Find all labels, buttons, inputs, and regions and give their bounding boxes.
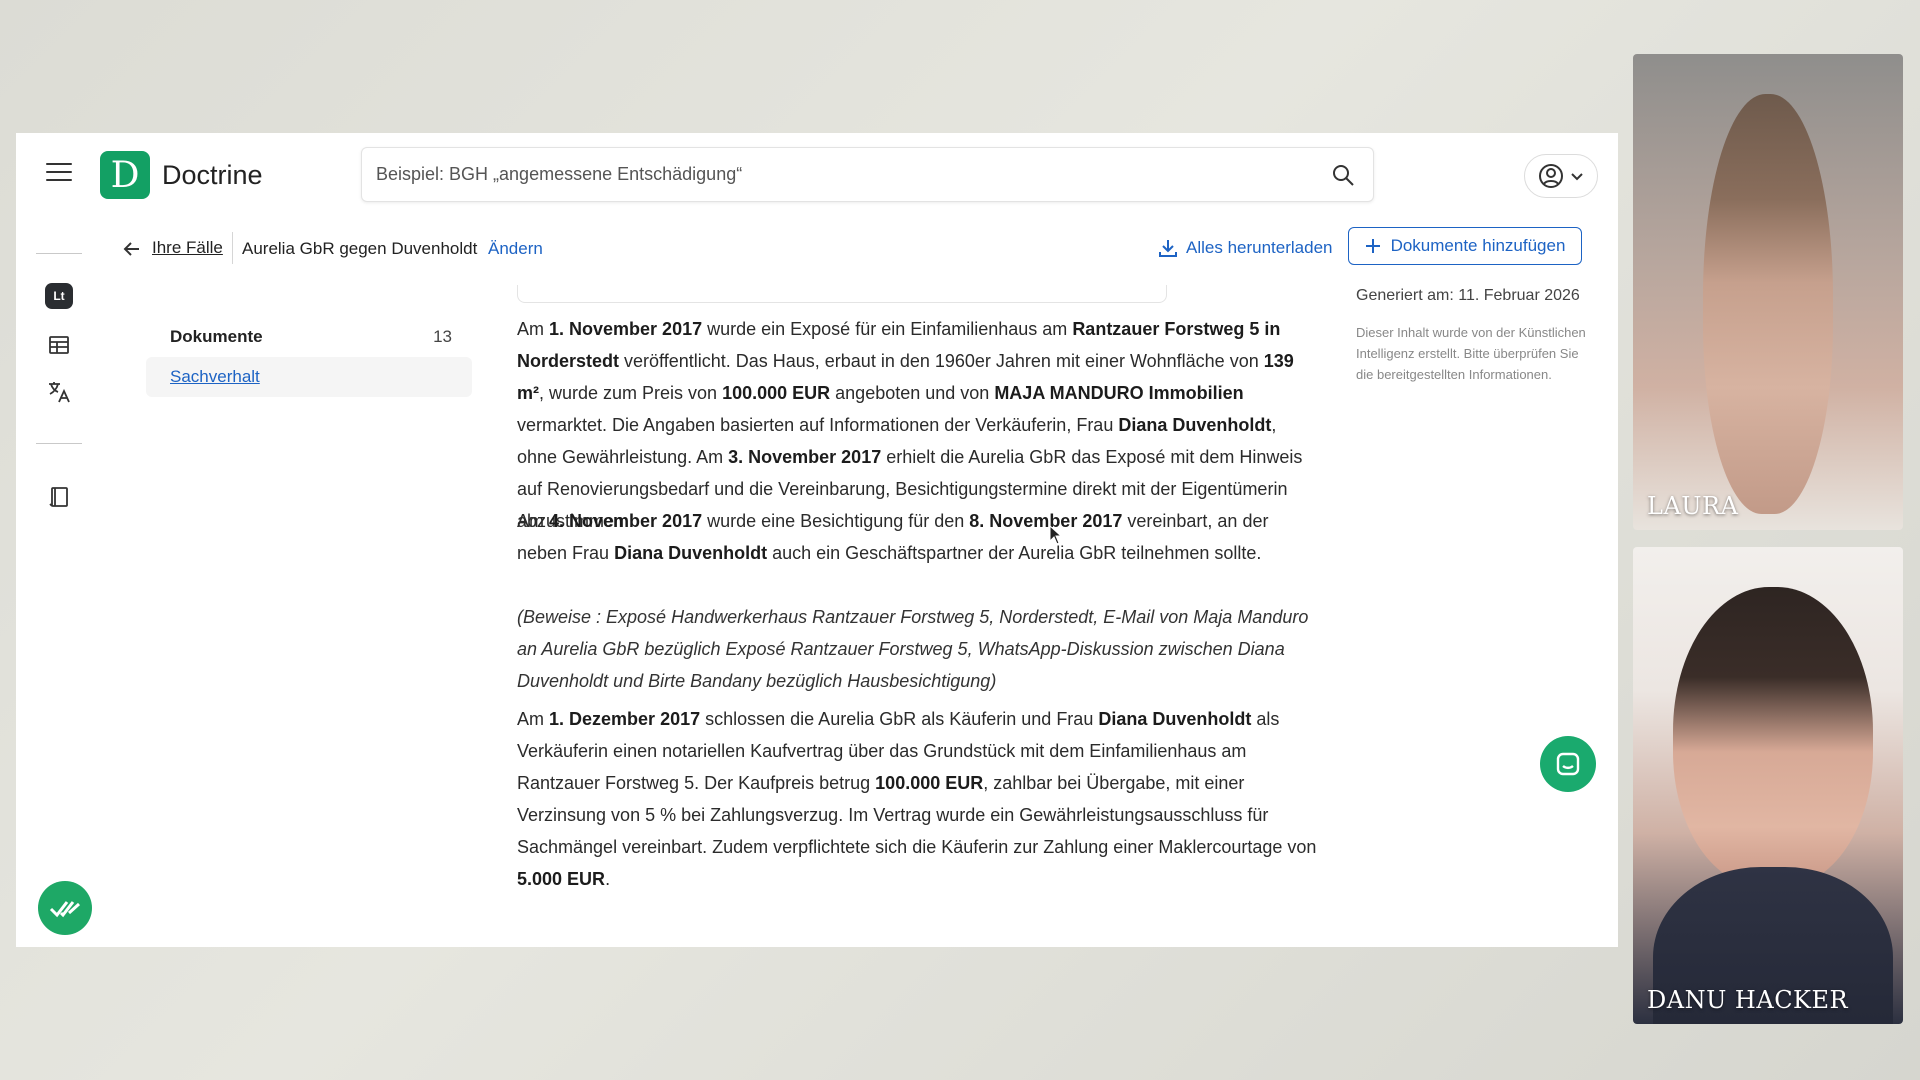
search-input[interactable] (362, 148, 1262, 201)
account-icon (1539, 164, 1563, 188)
body-text: auch ein Geschäftspartner der Aurelia Gb… (767, 543, 1262, 563)
download-all-label: Alles herunterladen (1186, 238, 1333, 257)
ai-disclaimer: Dieser Inhalt wurde von der Künstlichen … (1356, 325, 1586, 382)
body-text: . (605, 869, 611, 889)
top-bar: D Doctrine (16, 133, 1618, 217)
body-text: wurde eine Besichtigung für den (702, 511, 970, 531)
participant-avatar (1703, 94, 1833, 514)
body-text: schlossen die Aurelia GbR als Käuferin u… (700, 709, 1099, 729)
rail-item-table[interactable] (44, 330, 74, 360)
rail-item-translate[interactable] (44, 377, 74, 407)
body-text: Am (517, 319, 550, 339)
paragraph-1: Am 1. November 2017 wurde ein Exposé für… (517, 313, 1317, 537)
case-badge: Lt (45, 283, 73, 309)
emphasis-text: 3. November 2017 (728, 447, 882, 467)
rail-divider (36, 253, 82, 254)
plus-icon (1365, 239, 1380, 253)
menu-icon[interactable] (46, 163, 72, 185)
video-tile-danu-hacker[interactable]: DANU HACKER (1633, 547, 1903, 1024)
search-icon[interactable] (1331, 163, 1355, 187)
chevron-down-icon (1571, 173, 1583, 181)
paragraph-3: Am 1. Dezember 2017 schlossen die Aureli… (517, 703, 1317, 895)
add-documents-button[interactable]: Dokumente hinzufügen (1348, 227, 1582, 265)
case-title: Aurelia GbR gegen Duvenholdt (242, 239, 478, 258)
chat-icon (1556, 752, 1580, 776)
change-case-link[interactable]: Ändern (488, 239, 543, 259)
paragraph-2: Am 4. November 2017 wurde eine Besichtig… (517, 505, 1317, 569)
app-window: D Doctrine Lt Ihre Fäl (16, 133, 1618, 947)
nav-item-documents[interactable]: Dokumente 13 (146, 317, 472, 357)
breadcrumb: Ihre Fälle Aurelia GbR gegen Duvenholdt … (100, 217, 1618, 279)
emphasis-text: 1. November 2017 (549, 319, 703, 339)
back-to-cases-link[interactable]: Ihre Fälle (152, 238, 223, 258)
rail-item-cases[interactable]: Lt (44, 281, 74, 311)
documents-count: 13 (433, 327, 452, 346)
mouse-cursor-icon (1049, 525, 1063, 545)
account-menu-button[interactable] (1524, 154, 1598, 198)
emphasis-text: 100.000 EUR (875, 773, 984, 793)
rail-item-library[interactable] (44, 482, 74, 512)
chat-button[interactable] (1540, 736, 1596, 792)
evidence-paragraph: (Beweise : Exposé Handwerkerhaus Rantzau… (517, 607, 1309, 691)
emphasis-text: 8. November 2017 (969, 511, 1123, 531)
body-text: angeboten und von (830, 383, 995, 403)
emphasis-text: 5.000 EUR (517, 869, 606, 889)
emphasis-text: MAJA MANDURO Immobilien (994, 383, 1244, 403)
body-text: Am (517, 511, 550, 531)
body-text: wurde ein Exposé für ein Einfamilienhaus… (702, 319, 1073, 339)
body-text: vermarktet. Die Angaben basierten auf In… (517, 415, 1119, 435)
nav-item-label: Sachverhalt (170, 367, 260, 386)
emphasis-text: 1. Dezember 2017 (549, 709, 701, 729)
check-double-icon (49, 901, 81, 918)
emphasis-text: Diana Duvenholdt (1118, 415, 1272, 435)
download-all-button[interactable]: Alles herunterladen (1158, 233, 1332, 263)
emphasis-text: 4. November 2017 (549, 511, 703, 531)
main-panel: Ihre Fälle Aurelia GbR gegen Duvenholdt … (100, 217, 1618, 947)
body-text: , wurde zum Preis von (539, 383, 723, 403)
content-header-box (517, 285, 1167, 303)
body-text: Am (517, 709, 550, 729)
emphasis-text: 100.000 EUR (722, 383, 831, 403)
left-rail: Lt (16, 217, 100, 947)
nav-item-sachverhalt[interactable]: Sachverhalt (146, 357, 472, 397)
search-bar (361, 147, 1374, 202)
arrow-left-icon[interactable] (122, 239, 142, 259)
document-content: Am 1. November 2017 wurde ein Exposé für… (517, 285, 1317, 947)
app-name[interactable]: Doctrine (162, 160, 263, 191)
generated-date: Generiert am: 11. Februar 2026 (1356, 287, 1580, 304)
nav-item-label: Dokumente (170, 327, 263, 346)
participant-name: LAURA (1647, 492, 1739, 520)
breadcrumb-separator (232, 232, 233, 264)
participant-avatar (1673, 587, 1873, 887)
table-icon (49, 336, 69, 354)
book-icon (49, 487, 68, 507)
emphasis-text: Diana Duvenholdt (1098, 709, 1252, 729)
video-tile-laura[interactable]: LAURA (1633, 54, 1903, 530)
document-nav: Dokumente 13 Sachverhalt (146, 317, 472, 397)
add-documents-label: Dokumente hinzufügen (1390, 236, 1566, 255)
side-note: Generiert am: 11. Februar 2026 Dieser In… (1356, 283, 1586, 385)
emphasis-text: Diana Duvenholdt (614, 543, 768, 563)
status-fab[interactable] (38, 881, 92, 935)
app-logo[interactable]: D (100, 151, 150, 199)
download-icon (1159, 240, 1177, 257)
participant-name: DANU HACKER (1647, 986, 1849, 1014)
body-text: veröffentlicht. Das Haus, erbaut in den … (619, 351, 1264, 371)
translate-icon (49, 382, 70, 403)
rail-divider (36, 443, 82, 444)
